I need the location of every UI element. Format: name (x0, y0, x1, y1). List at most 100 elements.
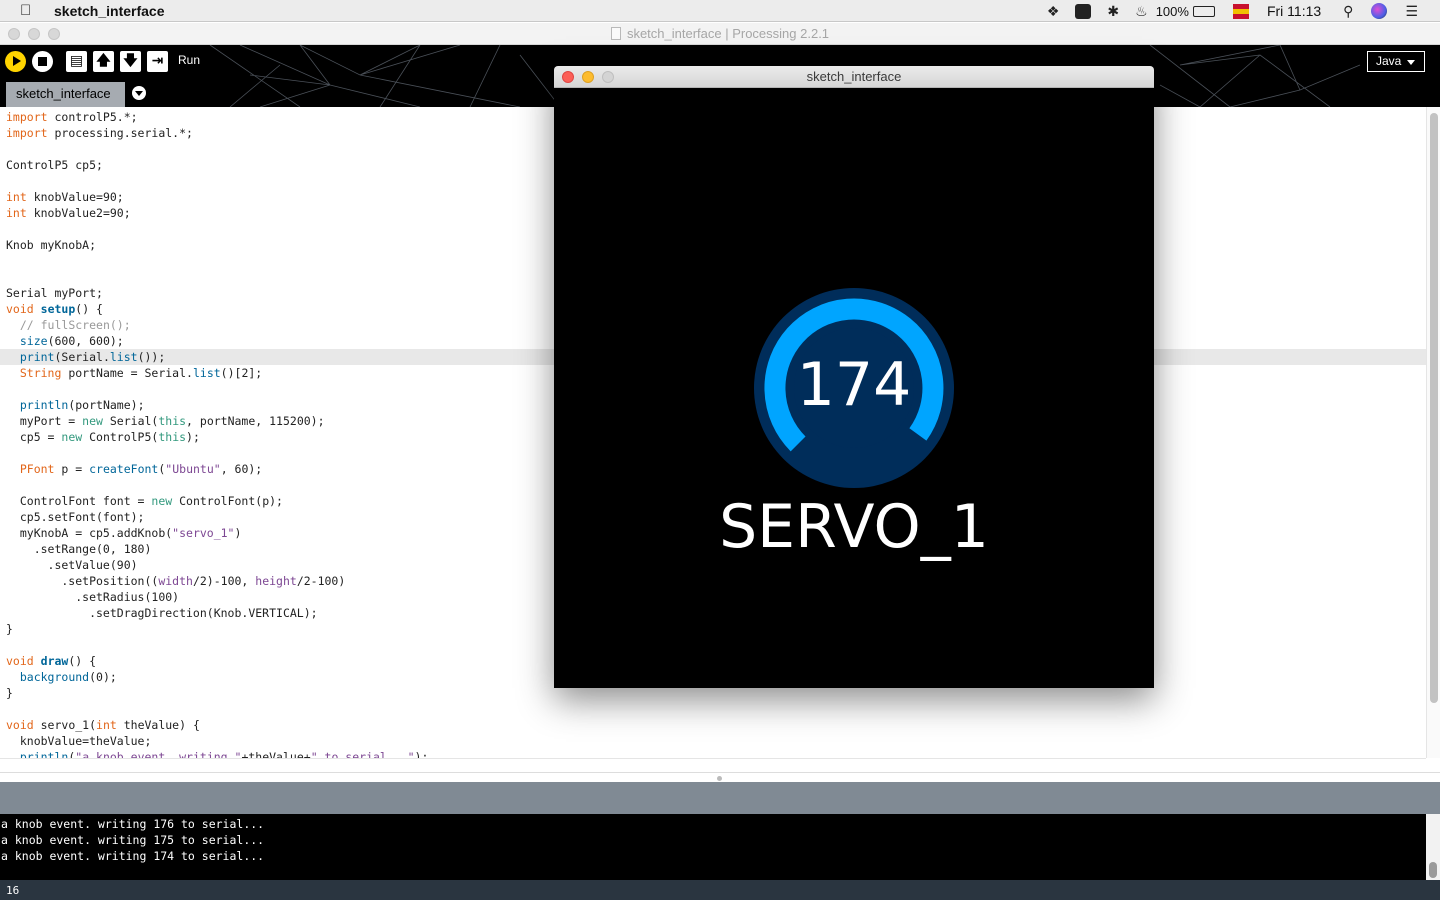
code-token: ()[2]; (220, 366, 263, 380)
editor-vertical-scrollbar[interactable] (1426, 107, 1440, 758)
new-sketch-button[interactable]: ▤ (66, 51, 87, 72)
code-line[interactable] (6, 381, 428, 397)
bluetooth-icon[interactable]: ✱ (1107, 3, 1119, 20)
new-file-icon: ▤ (69, 53, 84, 69)
code-line[interactable] (6, 173, 428, 189)
upload-arrow-icon: 🡅 (96, 53, 111, 69)
code-token: myKnobA = cp5.addKnob( (6, 526, 173, 540)
code-token: /2-100) (296, 574, 346, 588)
code-line[interactable]: .setPosition((width/2)-100, height/2-100… (6, 573, 428, 589)
code-line[interactable]: ControlFont font = new ControlFont(p); (6, 493, 428, 509)
code-line[interactable] (6, 141, 428, 157)
mode-selector[interactable]: Java (1367, 51, 1425, 72)
code-token: (portName); (68, 398, 145, 412)
code-line[interactable]: background(0); (6, 669, 428, 685)
code-line[interactable]: ControlP5 cp5; (6, 157, 428, 173)
code-line[interactable]: Knob myKnobA; (6, 237, 428, 253)
siri-icon[interactable] (1371, 3, 1388, 19)
active-app-name[interactable]: sketch_interface (54, 3, 165, 19)
run-button[interactable] (5, 51, 26, 72)
code-token: PFont (19, 462, 55, 476)
code-line[interactable]: int knobValue=90; (6, 189, 428, 205)
code-line[interactable]: .setValue(90) (6, 557, 428, 573)
code-line[interactable]: println("a knob event. writing "+theValu… (6, 749, 429, 758)
console-scrollbar[interactable] (1426, 814, 1440, 880)
code-token: , 60); (220, 462, 263, 476)
code-line[interactable]: String portName = Serial.list()[2]; (6, 365, 428, 381)
code-token: servo_1( (33, 718, 97, 732)
export-button[interactable]: ⇥ (147, 51, 168, 72)
notification-center-icon[interactable]: ☰ (1405, 3, 1418, 20)
code-token: println (19, 750, 69, 758)
code-line[interactable]: .setRange(0, 180) (6, 541, 428, 557)
code-line[interactable]: myPort = new Serial(this, portName, 1152… (6, 413, 428, 429)
input-source-flag-icon[interactable] (1232, 3, 1249, 19)
apple-icon[interactable]:  (20, 2, 38, 19)
code-line[interactable]: myKnobA = cp5.addKnob("servo_1") (6, 525, 428, 541)
code-line[interactable]: } (6, 685, 428, 701)
code-line[interactable] (6, 701, 428, 717)
tab-menu-button[interactable] (132, 86, 146, 100)
code-line[interactable]: println(portName); (6, 397, 428, 413)
code-line[interactable]: knobValue=theValue; (6, 733, 428, 749)
code-line[interactable]: Serial myPort; (6, 285, 428, 301)
code-line[interactable]: void setup() { (6, 301, 428, 317)
splitter-handle[interactable] (717, 776, 722, 781)
code-token: +theValue+ (241, 750, 311, 758)
code-line[interactable]: size(600, 600); (6, 333, 428, 349)
editor-scroll-thumb[interactable] (1430, 113, 1438, 703)
code-line[interactable]: PFont p = createFont("Ubuntu", 60); (6, 461, 428, 477)
code-line[interactable]: .setRadius(100) (6, 589, 428, 605)
status-line-number: 16 (0, 880, 1440, 900)
editor-console-splitter[interactable] (0, 772, 1440, 782)
window-title-text: sketch_interface | Processing 2.2.1 (626, 26, 830, 41)
code-line[interactable] (6, 477, 428, 493)
code-line[interactable]: void draw() { (6, 653, 428, 669)
code-line[interactable]: .setDragDirection(Knob.VERTICAL); (6, 605, 428, 621)
code-token: controlP5.*; (47, 110, 138, 124)
code-token: cp5.setFont(font); (6, 510, 145, 524)
code-line[interactable] (6, 221, 428, 237)
code-line[interactable]: print(Serial.list()); (6, 349, 428, 365)
code-line[interactable] (6, 445, 428, 461)
code-line[interactable]: cp5.setFont(font); (6, 509, 428, 525)
code-token: Serial( (102, 414, 159, 428)
code-line[interactable]: int knobValue2=90; (6, 205, 428, 221)
code-line[interactable] (6, 253, 428, 269)
code-line[interactable] (6, 269, 428, 285)
code-token: ) (234, 526, 242, 540)
code-token: import (6, 110, 48, 124)
sketch-window[interactable]: sketch_interface 174 SERVO_1 (554, 66, 1154, 688)
dropbox-icon[interactable]: ❖ (1047, 3, 1060, 20)
open-button[interactable]: 🡅 (93, 51, 114, 72)
code-line[interactable] (6, 637, 428, 653)
code-line[interactable]: import controlP5.*; (6, 109, 428, 125)
sketch-window-titlebar[interactable]: sketch_interface (554, 66, 1154, 88)
code-line[interactable]: cp5 = new ControlP5(this); (6, 429, 428, 445)
spotlight-search-icon[interactable]: ⚲ (1343, 3, 1353, 20)
save-button[interactable]: 🡇 (120, 51, 141, 72)
code-token: (0); (89, 670, 117, 684)
code-line[interactable]: // fullScreen(); (6, 317, 428, 333)
code-line[interactable]: } (6, 621, 428, 637)
code-token: ); (186, 430, 200, 444)
battery-icon[interactable] (1192, 5, 1215, 17)
tab-sketch-interface[interactable]: sketch_interface (6, 82, 125, 107)
code-token: .setRange(0, 180) (6, 542, 152, 556)
code-line[interactable]: void servo_1(int theValue) { (6, 717, 428, 733)
battery-percentage[interactable]: 100% (1156, 4, 1189, 19)
code-token: ControlFont(p); (172, 494, 283, 508)
console-scroll-thumb[interactable] (1429, 862, 1437, 878)
sketch-canvas[interactable]: 174 SERVO_1 (554, 88, 1154, 688)
drive-icon[interactable] (1075, 3, 1092, 19)
code-text[interactable]: import controlP5.*; import processing.ser… (6, 109, 428, 758)
stop-button[interactable] (32, 51, 53, 72)
code-line[interactable]: import processing.serial.*; (6, 125, 428, 141)
menu-bar-clock[interactable]: Fri 11:13 (1267, 3, 1321, 19)
console-output[interactable]: a knob event. writing 176 to serial... a … (0, 814, 1426, 880)
editor-horizontal-scrollbar[interactable] (0, 758, 1426, 772)
wifi-icon[interactable]: ♨ (1135, 3, 1148, 20)
